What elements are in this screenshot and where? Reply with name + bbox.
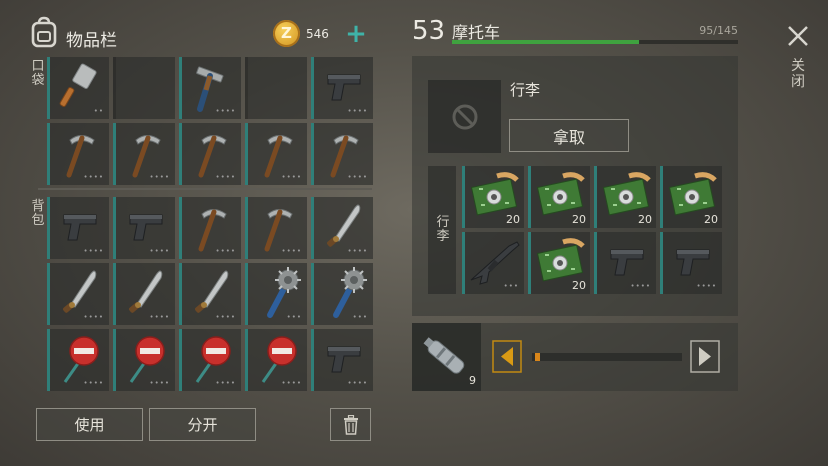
item-slot[interactable]: 20 xyxy=(660,166,722,228)
coin-count: 546 xyxy=(306,27,329,41)
inventory-title: 物品栏 xyxy=(66,31,117,51)
item-slot[interactable]: 20 xyxy=(462,166,524,228)
slider-decrease-button[interactable] xyxy=(492,340,522,373)
slider-increase-button[interactable] xyxy=(690,340,720,373)
durability-dots: •••• xyxy=(215,107,236,115)
arrow-right-icon xyxy=(690,340,720,373)
item-slot[interactable]: •••• xyxy=(179,57,241,119)
durability-dots: •••• xyxy=(215,173,236,181)
empty-slot[interactable] xyxy=(245,57,307,119)
item-slot[interactable]: •••• xyxy=(245,329,307,391)
arrow-left-icon xyxy=(492,340,522,373)
durability-dots: ••• xyxy=(286,313,302,321)
durability-dots: •• xyxy=(93,107,104,115)
item-slot[interactable]: •••• xyxy=(47,197,109,259)
durability-dots: •••• xyxy=(149,379,170,387)
close-button[interactable]: 关闭 xyxy=(784,22,812,102)
durability-dots: •••• xyxy=(630,282,651,290)
item-slot[interactable]: •• xyxy=(47,57,109,119)
durability-dots: •••• xyxy=(149,173,170,181)
trash-icon xyxy=(343,414,358,435)
durability-dots: •••• xyxy=(83,379,104,387)
durability-dots: •••• xyxy=(83,247,104,255)
take-button[interactable]: 拿取 xyxy=(509,119,629,152)
item-slot[interactable]: •••• xyxy=(594,232,656,294)
durability-dots: •••• xyxy=(215,379,236,387)
item-slot[interactable]: •••• xyxy=(179,123,241,185)
item-slot[interactable]: •••• xyxy=(113,123,175,185)
close-icon xyxy=(788,26,808,46)
durability-dots: •••• xyxy=(215,313,236,321)
item-slot[interactable]: •••• xyxy=(311,197,373,259)
durability-dots: •••• xyxy=(347,247,368,255)
durability-dots: •••• xyxy=(281,247,302,255)
item-slot[interactable]: •••• xyxy=(47,263,109,325)
item-slot[interactable]: •••• xyxy=(113,263,175,325)
item-slot[interactable]: 20 xyxy=(594,166,656,228)
coin-symbol: Z xyxy=(281,24,292,42)
durability-dots: •••• xyxy=(347,379,368,387)
no-entry-icon xyxy=(452,104,478,130)
quantity-slider-track[interactable] xyxy=(532,353,682,361)
durability-dots: •••• xyxy=(215,247,236,255)
capacity-bar-fill xyxy=(452,40,640,44)
item-slot[interactable]: •••• xyxy=(179,197,241,259)
item-slot[interactable]: •••• xyxy=(179,329,241,391)
luggage-image-slot xyxy=(428,80,501,153)
quantity-slider-knob[interactable] xyxy=(534,353,540,361)
item-slot[interactable]: •••• xyxy=(179,263,241,325)
item-qty: 20 xyxy=(572,279,586,292)
item-qty: 20 xyxy=(638,213,652,226)
item-slot[interactable]: •••• xyxy=(245,123,307,185)
item-slot[interactable]: •••• xyxy=(113,197,175,259)
capacity-bar xyxy=(452,40,738,44)
fuel-qty: 9 xyxy=(469,374,476,387)
durability-dots: •••• xyxy=(83,173,104,181)
trash-button[interactable] xyxy=(330,408,371,441)
durability-dots: ••• xyxy=(503,282,519,290)
item-slot[interactable]: 20 xyxy=(528,232,590,294)
item-slot[interactable]: •••• xyxy=(47,123,109,185)
durability-dots: •••• xyxy=(149,247,170,255)
durability-dots: •••• xyxy=(83,313,104,321)
item-slot[interactable]: •••• xyxy=(311,329,373,391)
cargo-label: 行李 xyxy=(436,215,450,244)
add-coins-button[interactable]: + xyxy=(342,20,370,48)
empty-slot[interactable] xyxy=(113,57,175,119)
item-slot[interactable]: •••• xyxy=(113,329,175,391)
item-slot[interactable]: •••• xyxy=(245,197,307,259)
item-slot[interactable]: 20 xyxy=(528,166,590,228)
durability-dots: •••• xyxy=(281,379,302,387)
fuel-slot[interactable]: 9 xyxy=(412,323,481,391)
pocket-divider xyxy=(38,188,372,190)
use-button[interactable]: 使用 xyxy=(36,408,143,441)
item-slot[interactable]: ••• xyxy=(462,232,524,294)
durability-dots: •••• xyxy=(347,173,368,181)
item-qty: 20 xyxy=(506,213,520,226)
backpack-label: 背包 xyxy=(31,199,45,228)
split-button[interactable]: 分开 xyxy=(149,408,256,441)
durability-dots: ••• xyxy=(352,313,368,321)
luggage-title: 行李 xyxy=(510,81,541,99)
item-qty: 20 xyxy=(572,213,586,226)
item-slot[interactable]: •••• xyxy=(47,329,109,391)
vehicle-level: 53 xyxy=(412,16,446,46)
durability-dots: •••• xyxy=(347,107,368,115)
close-label: 关闭 xyxy=(791,58,805,90)
durability-dots: •••• xyxy=(281,173,302,181)
item-slot[interactable]: ••• xyxy=(245,263,307,325)
durability-dots: •••• xyxy=(149,313,170,321)
backpack-icon xyxy=(30,16,58,48)
durability-dots: •••• xyxy=(696,282,717,290)
item-qty: 20 xyxy=(704,213,718,226)
item-slot[interactable]: •••• xyxy=(311,57,373,119)
pocket-label: 口袋 xyxy=(31,59,45,88)
item-slot[interactable]: ••• xyxy=(311,263,373,325)
item-slot[interactable]: •••• xyxy=(660,232,722,294)
item-slot[interactable]: •••• xyxy=(311,123,373,185)
vehicle-capacity: 95/145 xyxy=(699,24,738,37)
